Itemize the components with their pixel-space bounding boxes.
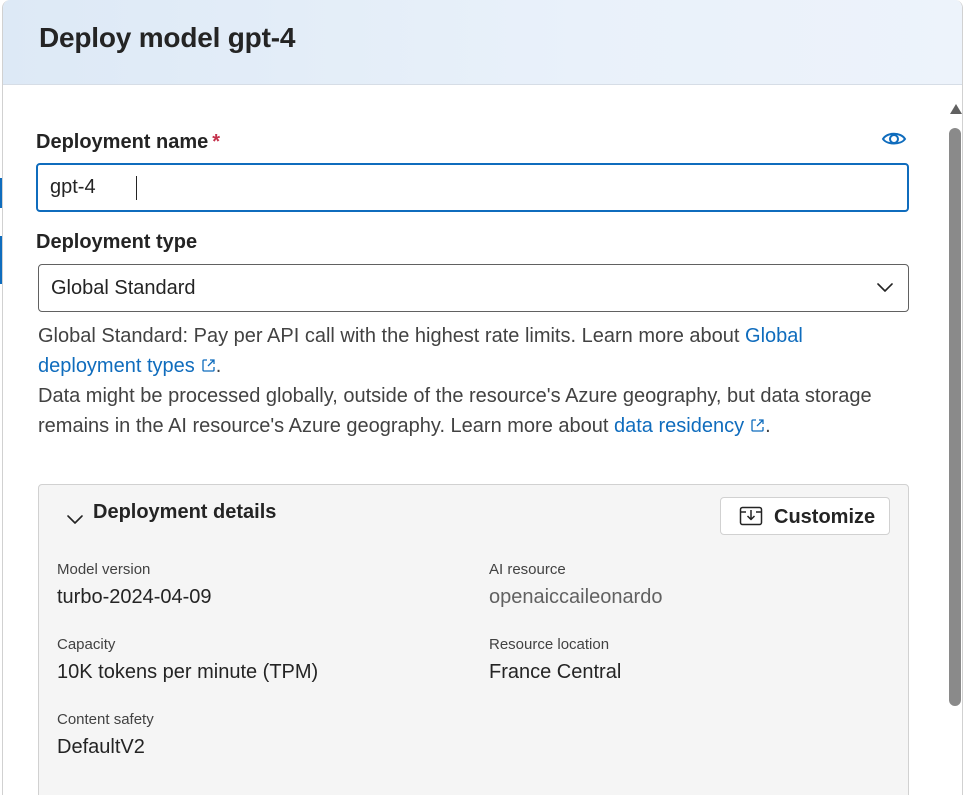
ai-resource-value: openaiccaileonardo	[489, 586, 663, 608]
deployment-name-field[interactable]	[36, 163, 909, 212]
content-safety-label: Content safety	[57, 711, 154, 728]
resource-location-value: France Central	[489, 661, 622, 683]
deployment-type-label: Deployment type	[36, 231, 198, 253]
deployment-type-description-text: Global Standard: Pay per API call with t…	[38, 325, 746, 347]
deployment-type-description: Global Standard: Pay per API call with t…	[38, 321, 898, 381]
deployment-details-title: Deployment details	[93, 501, 277, 523]
description-period: .	[765, 415, 771, 437]
data-residency-link[interactable]: data residency	[614, 415, 765, 437]
dialog-header: Deploy model gpt-4	[3, 0, 962, 85]
vertical-scrollbar[interactable]	[948, 104, 962, 795]
data-residency-description: Data might be processed globally, outsid…	[38, 381, 898, 441]
deployment-name-input[interactable]	[38, 165, 890, 210]
text-caret	[136, 176, 137, 200]
deployment-details-card: Deployment details Customize Model versi…	[38, 484, 909, 795]
deployment-type-dropdown[interactable]: Global Standard	[38, 264, 909, 312]
scroll-up-arrow-icon[interactable]	[950, 104, 962, 114]
content-safety-value: DefaultV2	[57, 736, 145, 758]
customize-button-label: Customize	[774, 506, 876, 528]
external-link-icon	[202, 359, 215, 372]
external-link-icon	[751, 419, 764, 432]
scrollbar-thumb[interactable]	[949, 128, 961, 706]
deployment-type-selected: Global Standard	[51, 277, 196, 299]
dialog-title: Deploy model gpt-4	[39, 22, 296, 53]
eye-icon[interactable]	[881, 128, 907, 150]
capacity-label: Capacity	[57, 636, 116, 653]
model-version-value: turbo-2024-04-09	[57, 586, 212, 608]
resource-location-label: Resource location	[489, 636, 610, 653]
deployment-name-label-text: Deployment name	[36, 131, 209, 153]
description-period: .	[215, 355, 222, 377]
model-version-label: Model version	[57, 561, 151, 578]
ai-resource-label: AI resource	[489, 561, 566, 578]
capacity-value: 10K tokens per minute (TPM)	[57, 661, 319, 683]
chevron-down-icon	[67, 515, 83, 524]
customize-button[interactable]: Customize	[720, 497, 890, 535]
deployment-name-label: Deployment name *	[36, 131, 220, 154]
customize-icon	[739, 506, 763, 526]
required-asterisk: *	[212, 131, 221, 153]
data-residency-link-text: data residency	[614, 415, 745, 437]
deploy-model-dialog: Deploy model gpt-4 Deployment name* Depl…	[2, 0, 963, 795]
chevron-down-icon	[877, 283, 893, 292]
